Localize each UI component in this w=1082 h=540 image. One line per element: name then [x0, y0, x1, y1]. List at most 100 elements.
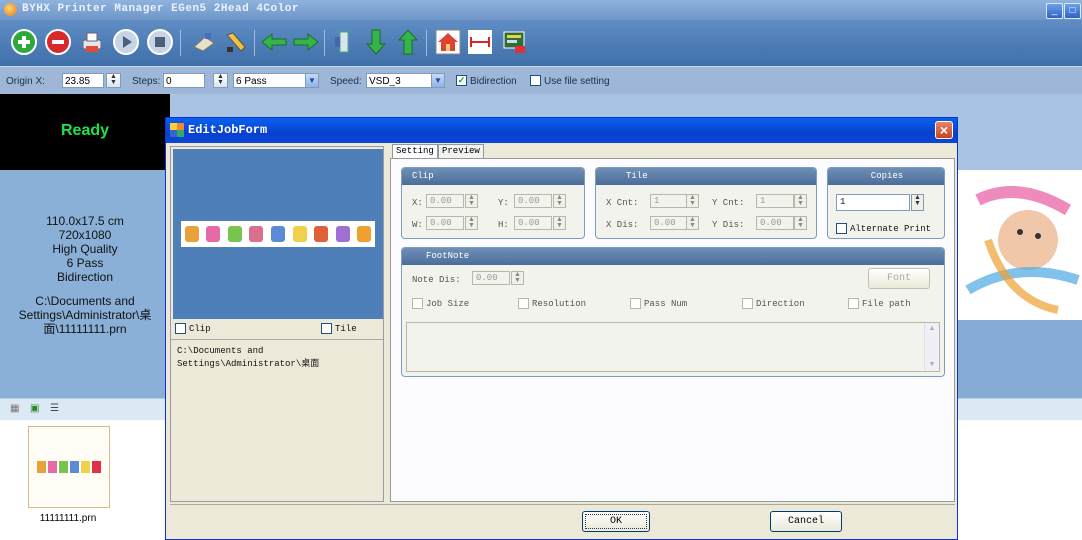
- file-path-label: File path: [862, 299, 911, 309]
- pass-dropdown-icon[interactable]: ▼: [305, 73, 319, 88]
- ok-button[interactable]: OK: [582, 511, 650, 532]
- alternate-print-checkbox[interactable]: [836, 223, 847, 234]
- tile-xcnt-spinner[interactable]: ▲ ▼: [686, 194, 699, 208]
- clip-y-label: Y:: [498, 198, 509, 208]
- clip-y-spinner[interactable]: ▲ ▼: [553, 194, 566, 208]
- view-large-icon[interactable]: ▦: [10, 403, 19, 414]
- footnote-text-area[interactable]: ▲ ▼: [406, 322, 940, 372]
- delete-icon[interactable]: [44, 28, 72, 56]
- options-bar: Origin X: 23.85 ▲ ▼ Steps: 0 ▲ ▼ 6 Pass ▼ …: [0, 66, 1082, 96]
- tab-setting[interactable]: Setting: [392, 144, 438, 159]
- dialog-title: EditJobForm: [188, 123, 268, 137]
- tile-ycnt-label: Y Cnt:: [712, 198, 745, 208]
- job-path-line1: C:\Documents and: [35, 294, 135, 308]
- font-button[interactable]: Font: [868, 268, 930, 289]
- note-dis-spinner[interactable]: ▲ ▼: [511, 271, 524, 285]
- play-icon[interactable]: [112, 28, 140, 56]
- clip-checkbox[interactable]: [175, 323, 186, 334]
- tab-preview[interactable]: Preview: [438, 144, 484, 159]
- speed-select[interactable]: VSD_3: [366, 73, 436, 88]
- stand-icon[interactable]: [330, 28, 358, 56]
- view-list-icon[interactable]: ☰: [50, 403, 59, 414]
- tile-xdis-spinner[interactable]: ▲ ▼: [686, 216, 699, 230]
- tile-ycnt-spinner[interactable]: ▲ ▼: [794, 194, 807, 208]
- pass-num-label: Pass Num: [644, 299, 688, 309]
- view-small-icon[interactable]: ▣: [30, 403, 39, 414]
- copies-input[interactable]: 1: [836, 194, 910, 211]
- job-thumbnail[interactable]: [28, 426, 110, 508]
- cancel-button[interactable]: Cancel: [770, 511, 842, 532]
- job-path-line3: 面\11111111.prn: [43, 322, 127, 336]
- tile-ycnt-input[interactable]: 1: [756, 194, 794, 208]
- steps-input[interactable]: 0: [163, 73, 205, 88]
- tool-icon[interactable]: [222, 28, 250, 56]
- clean-icon[interactable]: [190, 28, 218, 56]
- move-right-icon[interactable]: [292, 28, 320, 56]
- minimize-button[interactable]: _: [1046, 3, 1063, 19]
- origin-x-label: Origin X:: [6, 76, 45, 87]
- direction-label: Direction: [756, 299, 805, 309]
- status-text: Ready: [60, 122, 110, 139]
- direction-checkbox[interactable]: [742, 298, 753, 309]
- speed-dropdown-icon[interactable]: ▼: [431, 73, 445, 88]
- dialog-path-line2: Settings\Administrator\桌面: [177, 359, 320, 369]
- clip-w-spinner[interactable]: ▲ ▼: [465, 216, 478, 230]
- clip-x-label: X:: [412, 198, 423, 208]
- print-icon[interactable]: [78, 28, 106, 56]
- resolution-checkbox[interactable]: [518, 298, 529, 309]
- clip-h-spinner[interactable]: ▲ ▼: [553, 216, 566, 230]
- use-file-setting-checkbox[interactable]: [530, 75, 541, 86]
- close-icon[interactable]: ×: [935, 121, 953, 139]
- tile-xdis-label: X Dis:: [606, 220, 639, 230]
- pass-num-checkbox[interactable]: [630, 298, 641, 309]
- origin-x-spinner[interactable]: ▲ ▼: [106, 73, 121, 88]
- app-title-bar: BYHX Printer Manager EGen5 2Head 4Color …: [0, 0, 1082, 20]
- bidirection-checkbox[interactable]: ✓: [456, 75, 467, 86]
- tile-group: Tile X Cnt: 1 ▲ ▼ Y Cnt: 1 ▲ ▼ X Dis: 0.00…: [595, 167, 817, 239]
- app-icon: [4, 3, 17, 16]
- clip-h-input[interactable]: 0.00: [514, 216, 552, 230]
- tile-ydis-spinner[interactable]: ▲ ▼: [794, 216, 807, 230]
- origin-x-input[interactable]: 23.85: [62, 73, 104, 88]
- use-file-setting-label: Use file setting: [544, 76, 610, 87]
- measure-icon[interactable]: [466, 28, 494, 56]
- file-path-checkbox[interactable]: [848, 298, 859, 309]
- note-dis-input[interactable]: 0.00: [472, 271, 510, 285]
- dialog-path-line1: C:\Documents and: [177, 346, 264, 356]
- tile-xcnt-input[interactable]: 1: [650, 194, 688, 208]
- pass-select[interactable]: 6 Pass: [233, 73, 311, 88]
- note-dis-label: Note Dis:: [412, 275, 461, 285]
- print-preview-image: [958, 170, 1082, 320]
- speed-label: Speed:: [330, 76, 362, 87]
- clip-w-input[interactable]: 0.00: [426, 216, 464, 230]
- footnote-scrollbar[interactable]: ▲ ▼: [924, 323, 939, 371]
- tile-checkbox[interactable]: [321, 323, 332, 334]
- move-left-icon[interactable]: [260, 28, 288, 56]
- clip-group: Clip X: 0.00 ▲ ▼ Y: 0.00 ▲ ▼ W: 0.00 ▲ ▼ H:…: [401, 167, 585, 239]
- job-pass: 6 Pass: [66, 256, 104, 270]
- copies-spinner[interactable]: ▲ ▼: [911, 194, 924, 211]
- stop-icon[interactable]: [146, 28, 174, 56]
- copies-group: Copies 1 ▲ ▼ Alternate Print: [827, 167, 945, 239]
- edit-job-dialog: EditJobForm × Clip Tile C:\Documents and…: [165, 117, 958, 540]
- add-icon[interactable]: [10, 28, 38, 56]
- job-size-checkbox[interactable]: [412, 298, 423, 309]
- maximize-button[interactable]: □: [1064, 3, 1081, 19]
- tile-ydis-label: Y Dis:: [712, 220, 745, 230]
- move-down-icon[interactable]: [362, 28, 390, 56]
- bidirection-label: Bidirection: [470, 76, 517, 87]
- alternate-print-label: Alternate Print: [850, 224, 932, 234]
- move-up-icon[interactable]: [394, 28, 422, 56]
- clip-x-spinner[interactable]: ▲ ▼: [465, 194, 478, 208]
- clip-y-input[interactable]: 0.00: [514, 194, 552, 208]
- tile-ydis-input[interactable]: 0.00: [756, 216, 794, 230]
- job-size: 110.0x17.5 cm: [46, 214, 124, 228]
- home-icon[interactable]: [434, 28, 462, 56]
- thumbnail-label: 11111111.prn: [39, 513, 97, 524]
- tile-xdis-input[interactable]: 0.00: [650, 216, 688, 230]
- clip-x-input[interactable]: 0.00: [426, 194, 464, 208]
- dialog-icon: [170, 123, 184, 137]
- settings-icon[interactable]: [500, 28, 528, 56]
- steps-spinner[interactable]: ▲ ▼: [213, 73, 228, 88]
- tile-xcnt-label: X Cnt:: [606, 198, 639, 208]
